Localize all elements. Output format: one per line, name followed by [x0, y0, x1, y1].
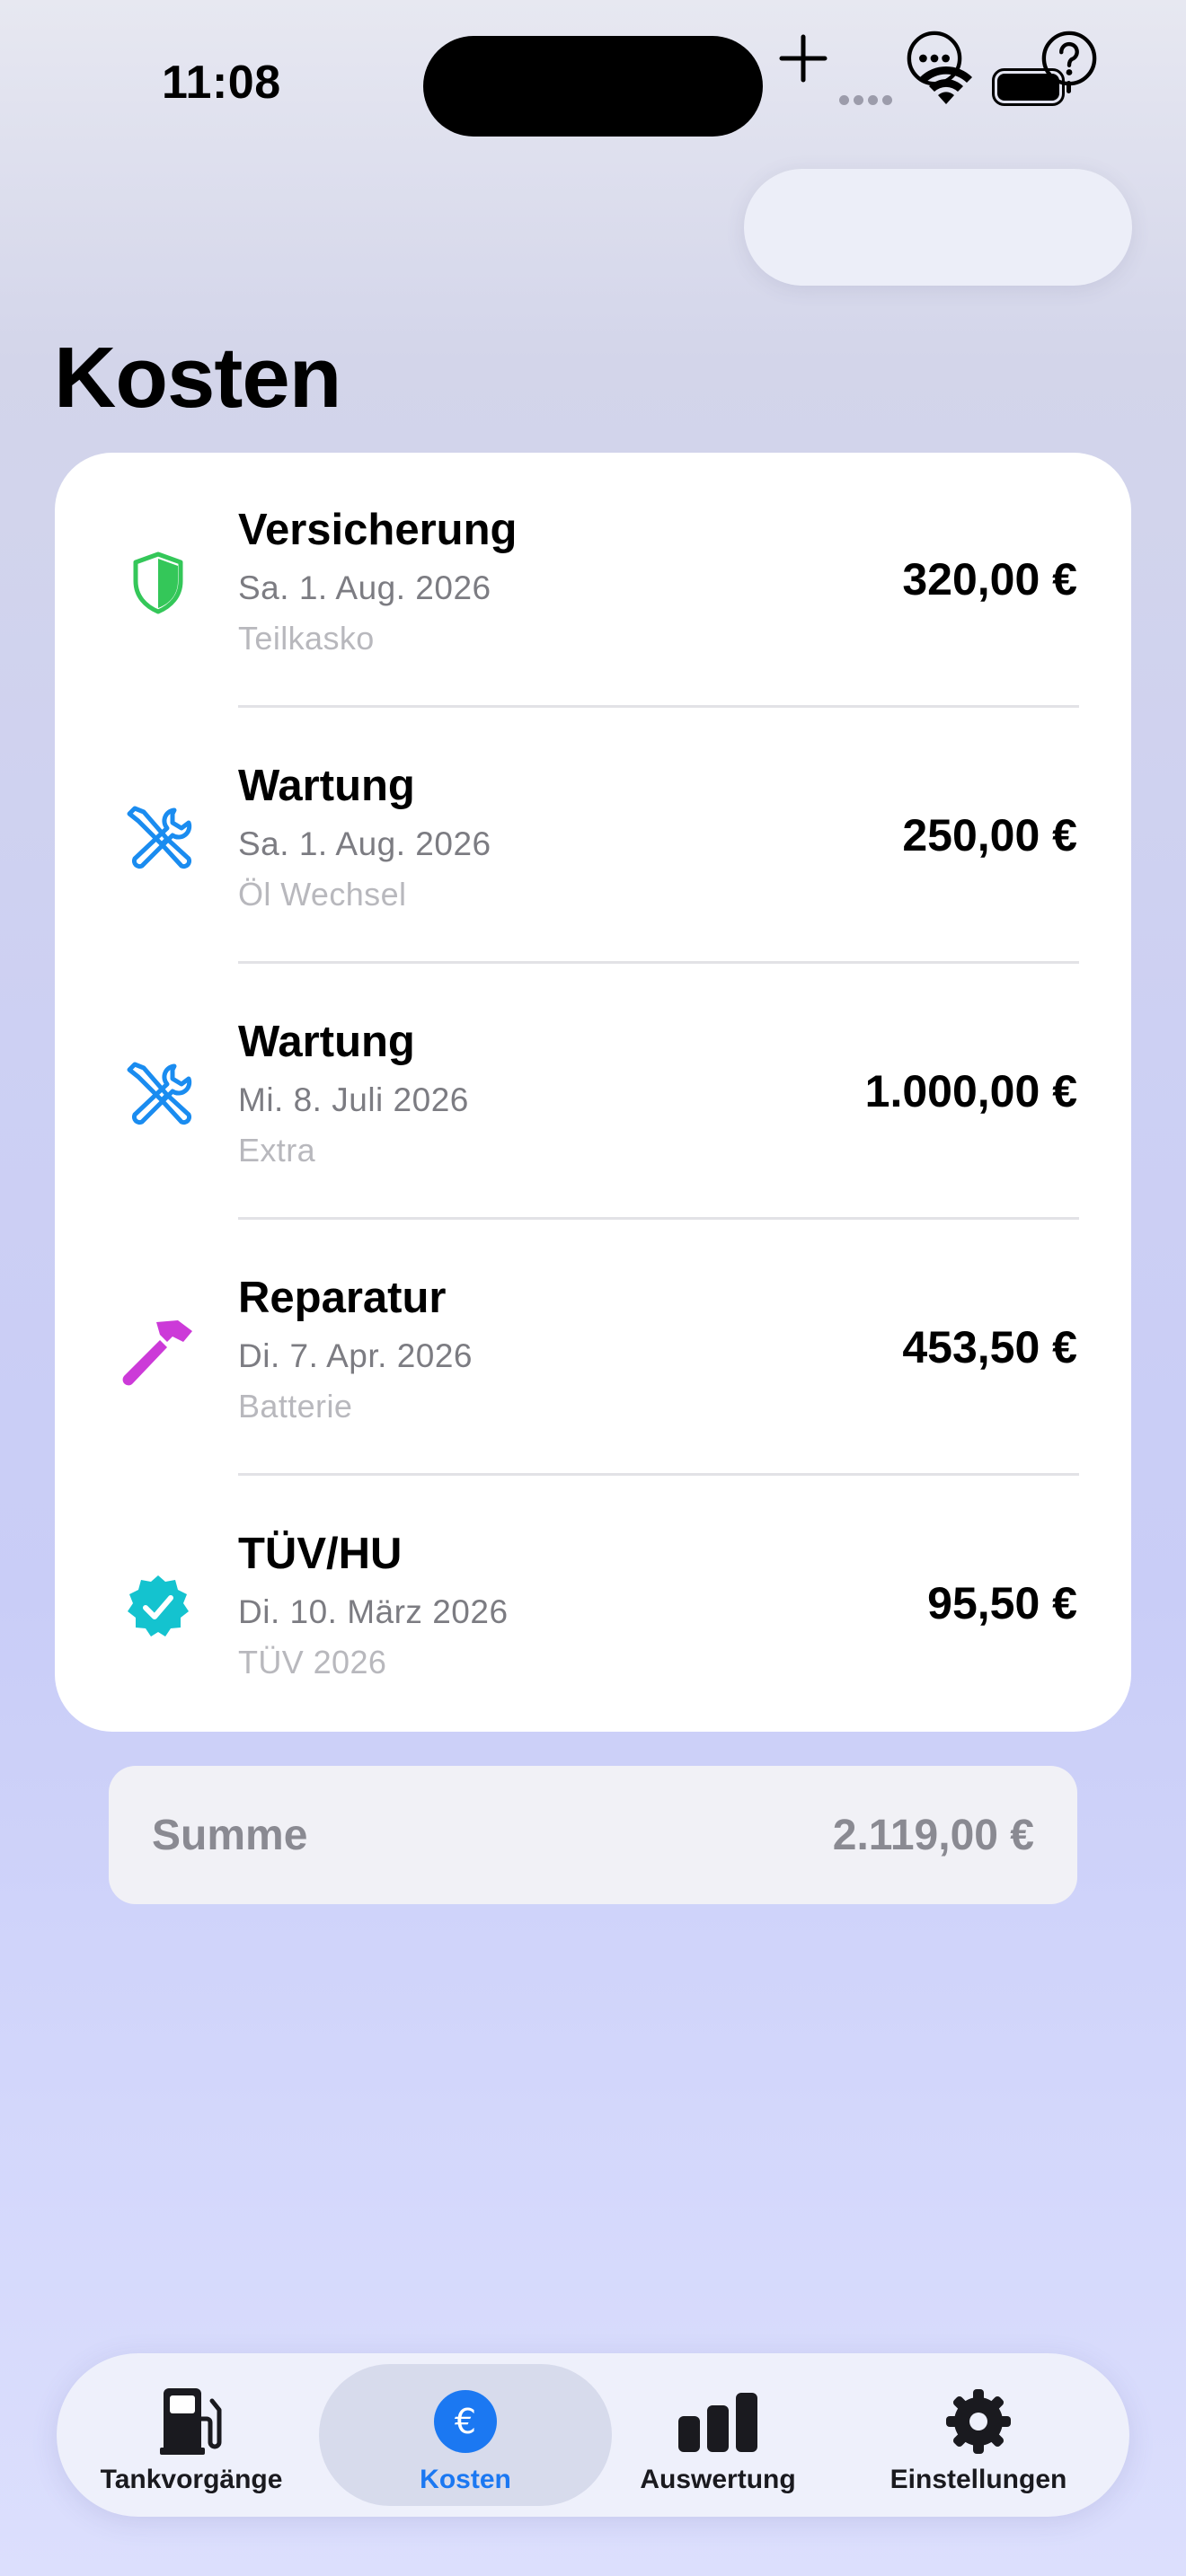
entry-category: TÜV/HU	[238, 1530, 403, 1578]
entry-amount: 320,00 €	[902, 554, 1077, 604]
entry-category: Wartung	[238, 762, 415, 810]
tab-label: Tankvorgänge	[100, 2465, 283, 2494]
hammer-icon	[118, 1310, 199, 1391]
divider	[238, 705, 1079, 708]
tab-label: Kosten	[420, 2465, 511, 2494]
list-item[interactable]: TÜV/HU Di. 10. März 2026 TÜV 2026 95,50 …	[55, 1477, 1131, 1733]
sum-label: Summe	[152, 1812, 308, 1859]
more-button[interactable]	[906, 30, 963, 87]
checkmark-seal-icon	[118, 1566, 199, 1647]
list-item[interactable]: Wartung Mi. 8. Juli 2026 Extra 1.000,00 …	[55, 965, 1131, 1221]
cellular-signal-icon	[839, 93, 897, 110]
dynamic-island	[423, 36, 763, 137]
gear-icon	[944, 2386, 1013, 2457]
euro-circle-icon: €	[433, 2386, 498, 2457]
entry-note: Teilkasko	[238, 620, 375, 657]
question-circle-icon	[1041, 31, 1097, 86]
svg-text:€: €	[455, 2402, 476, 2441]
list-item[interactable]: Wartung Sa. 1. Aug. 2026 Öl Wechsel 250,…	[55, 709, 1131, 965]
list-item[interactable]: Versicherung Sa. 1. Aug. 2026 Teilkasko …	[55, 453, 1131, 709]
help-button[interactable]	[1040, 30, 1098, 87]
toolbar	[744, 169, 1132, 286]
tab-bar: Tankvorgänge € Kosten Auswertung Einstel…	[57, 2353, 1129, 2517]
cost-list: Versicherung Sa. 1. Aug. 2026 Teilkasko …	[55, 453, 1131, 1732]
entry-note: Batterie	[238, 1388, 353, 1425]
entry-amount: 453,50 €	[902, 1322, 1077, 1372]
entry-category: Versicherung	[238, 506, 518, 554]
entry-amount: 250,00 €	[902, 810, 1077, 860]
sum-row: Summe 2.119,00 €	[109, 1766, 1077, 1904]
tab-auswertung[interactable]: Auswertung	[628, 2364, 808, 2506]
page-title: Kosten	[54, 330, 341, 426]
fuel-pump-icon	[156, 2386, 226, 2457]
divider	[238, 1217, 1079, 1220]
tab-label: Einstellungen	[890, 2465, 1067, 2494]
divider	[238, 1473, 1079, 1476]
entry-date: Di. 7. Apr. 2026	[238, 1337, 474, 1374]
tab-tankvorgaenge[interactable]: Tankvorgänge	[100, 2364, 283, 2506]
add-button[interactable]	[774, 30, 832, 87]
divider	[238, 961, 1079, 964]
entry-note: Extra	[238, 1132, 316, 1169]
bar-chart-icon	[677, 2386, 759, 2457]
tab-label: Auswertung	[640, 2465, 796, 2494]
wrench-screwdriver-icon	[118, 798, 199, 879]
shield-icon	[118, 543, 199, 623]
entry-note: TÜV 2026	[238, 1644, 387, 1681]
ellipsis-circle-icon	[907, 31, 962, 86]
entry-date: Sa. 1. Aug. 2026	[238, 569, 491, 606]
entry-category: Reparatur	[238, 1274, 447, 1322]
entry-amount: 1.000,00 €	[864, 1066, 1077, 1116]
entry-note: Öl Wechsel	[238, 876, 407, 913]
sum-value: 2.119,00 €	[832, 1812, 1034, 1859]
list-item[interactable]: Reparatur Di. 7. Apr. 2026 Batterie 453,…	[55, 1221, 1131, 1477]
tab-kosten[interactable]: € Kosten	[376, 2364, 555, 2506]
plus-icon	[779, 34, 828, 83]
entry-date: Sa. 1. Aug. 2026	[238, 825, 491, 862]
entry-category: Wartung	[238, 1018, 415, 1066]
entry-amount: 95,50 €	[927, 1578, 1077, 1628]
entry-date: Mi. 8. Juli 2026	[238, 1081, 469, 1118]
tab-einstellungen[interactable]: Einstellungen	[880, 2364, 1077, 2506]
entry-date: Di. 10. März 2026	[238, 1593, 509, 1630]
wrench-screwdriver-icon	[118, 1054, 199, 1135]
status-time: 11:08	[162, 57, 281, 109]
